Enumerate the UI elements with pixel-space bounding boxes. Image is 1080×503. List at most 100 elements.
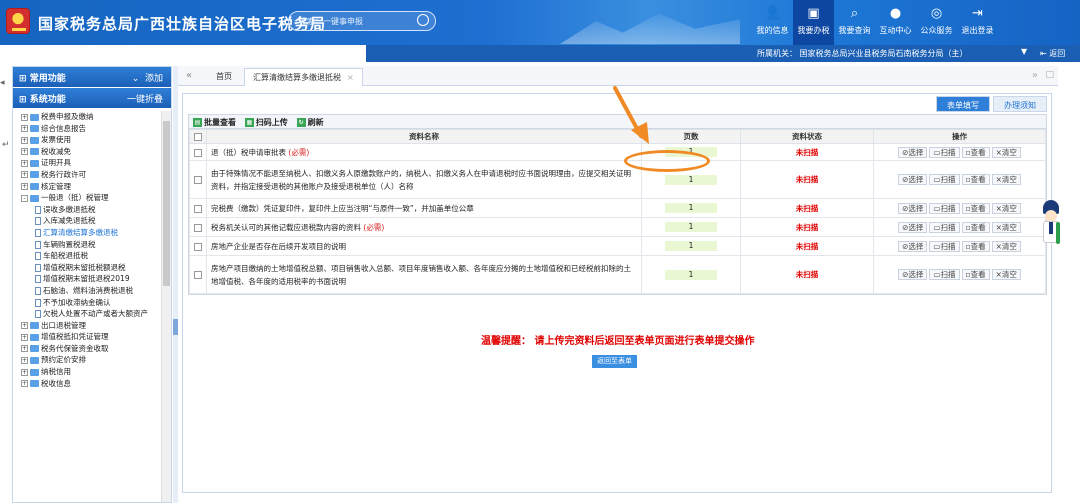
row-checkbox[interactable] xyxy=(194,242,202,251)
sidebar-item[interactable]: 汇算清缴结算多缴退税 xyxy=(13,227,161,239)
expand-icon[interactable]: + xyxy=(21,125,28,133)
expand-icon[interactable]: + xyxy=(21,356,28,364)
splitter-handle[interactable] xyxy=(173,319,178,335)
sidebar-item[interactable]: + 增值税抵扣凭证管理 xyxy=(13,331,161,343)
sidebar-item[interactable]: + 税费申报及缴纳 xyxy=(13,111,161,123)
scan-button[interactable]: ▭扫描 xyxy=(929,269,960,280)
collapse-icon[interactable]: - xyxy=(21,194,28,202)
sidebar-item[interactable]: 石脑油、燃料油消费税退税 xyxy=(13,285,161,297)
clear-button[interactable]: ×清空 xyxy=(991,146,1021,158)
view-button[interactable]: ▫查看 xyxy=(961,146,990,158)
sidebar-item[interactable]: 车辆购置税退税 xyxy=(13,239,161,251)
clear-button[interactable]: ×清空 xyxy=(991,202,1021,214)
choose-button[interactable]: ⊘选择 xyxy=(898,221,928,233)
sidebar-item[interactable]: + 纳税信用 xyxy=(13,366,161,378)
row-checkbox[interactable] xyxy=(194,176,202,184)
view-button[interactable]: ▫查看 xyxy=(961,240,990,252)
clear-button[interactable]: ×清空 xyxy=(991,240,1021,252)
tab-home[interactable]: 首页 xyxy=(208,68,240,86)
view-button[interactable]: ▫查看 xyxy=(961,269,990,280)
choose-button[interactable]: ⊘选择 xyxy=(898,202,928,214)
sidebar-item[interactable]: 车船税退抵税 xyxy=(13,250,161,262)
expand-icon[interactable]: + xyxy=(21,159,28,167)
expand-icon[interactable]: + xyxy=(21,345,28,353)
sidebar-splitter[interactable] xyxy=(173,66,178,503)
return-to-form-button[interactable]: 返回至表单 xyxy=(592,355,637,368)
row-checkbox[interactable] xyxy=(194,223,202,232)
scan-button[interactable]: ▭扫描 xyxy=(929,174,960,185)
select-all-checkbox[interactable] xyxy=(194,133,202,141)
choose-button[interactable]: ⊘选择 xyxy=(898,240,928,252)
nav-public-service[interactable]: ◎ 公众服务 xyxy=(916,0,957,45)
nav-do-tax[interactable]: ▣ 我要办税 xyxy=(793,0,834,45)
system-functions-bar[interactable]: ⊞ 系统功能 一键折叠 xyxy=(13,88,171,109)
scan-button[interactable]: ▭扫描 xyxy=(929,202,960,214)
row-checkbox[interactable] xyxy=(194,204,202,213)
clear-button[interactable]: ×清空 xyxy=(991,174,1021,185)
sidebar-item[interactable]: + 税收信息 xyxy=(13,378,161,390)
nav-query[interactable]: ⌕ 我要查询 xyxy=(834,0,875,45)
sidebar-item[interactable]: + 发票使用 xyxy=(13,134,161,146)
search-icon[interactable] xyxy=(417,14,429,26)
sidebar-item[interactable]: + 核定管理 xyxy=(13,181,161,193)
row-checkbox[interactable] xyxy=(194,148,202,157)
expand-icon[interactable]: + xyxy=(21,148,28,156)
tab-notice[interactable]: 办理须知 xyxy=(993,96,1047,112)
expand-icon[interactable]: + xyxy=(21,136,28,144)
sidebar-item[interactable]: - 一般退（抵）税管理 xyxy=(13,192,161,204)
sidebar-item[interactable]: + 综合信息报告 xyxy=(13,123,161,135)
view-button[interactable]: ▫查看 xyxy=(961,174,990,185)
tab-current[interactable]: 汇算清缴结算多缴退抵税 × xyxy=(244,68,363,86)
scan-upload-button[interactable]: ▦ 扫码上传 xyxy=(244,117,288,128)
tab-form-fill[interactable]: 表单填写 xyxy=(936,96,990,112)
expand-icon[interactable]: + xyxy=(21,113,28,121)
expand-icon[interactable]: + xyxy=(21,171,28,179)
expand-icon[interactable]: + xyxy=(21,183,28,191)
sidebar-item[interactable]: + 税收减免 xyxy=(13,146,161,158)
common-functions-bar[interactable]: ⊞ 常用功能 ⌄ 添加 xyxy=(13,67,171,88)
sidebar-item[interactable]: + 税务行政许可 xyxy=(13,169,161,181)
clear-button[interactable]: ×清空 xyxy=(991,269,1021,280)
sidebar-item[interactable]: 入库减免退抵税 xyxy=(13,215,161,227)
scrollbar-thumb[interactable] xyxy=(163,121,170,286)
scan-button[interactable]: ▭扫描 xyxy=(929,146,960,158)
refresh-button[interactable]: ↻ 刷新 xyxy=(296,117,324,128)
scan-button[interactable]: ▭扫描 xyxy=(929,221,960,233)
sidebar-scrollbar[interactable] xyxy=(161,111,171,502)
expand-icon[interactable]: + xyxy=(21,368,28,376)
tabs-prev-icon[interactable]: « xyxy=(186,70,192,81)
view-button[interactable]: ▫查看 xyxy=(961,202,990,214)
row-checkbox[interactable] xyxy=(194,271,202,279)
mascot-icon[interactable] xyxy=(1040,200,1062,250)
sidebar-item[interactable]: 误收多缴退抵税 xyxy=(13,204,161,216)
sidebar-item[interactable]: 欠税人处置不动产或者大额资产 xyxy=(13,308,161,320)
choose-button[interactable]: ⊘选择 xyxy=(898,269,928,280)
org-dropdown-icon[interactable]: ▼ xyxy=(1021,47,1027,56)
sidebar-item[interactable]: 不予加收滞纳金确认 xyxy=(13,297,161,309)
common-add-button[interactable]: ⌄ 添加 xyxy=(132,71,163,84)
view-button[interactable]: ▫查看 xyxy=(961,221,990,233)
search-input[interactable]: 搜索：一键事申报 xyxy=(288,11,436,31)
clear-button[interactable]: ×清空 xyxy=(991,221,1021,233)
close-icon[interactable]: × xyxy=(347,73,354,82)
sidebar-item[interactable]: 增值税期末留抵税额退税 xyxy=(13,262,161,274)
collapse-all-button[interactable]: 一键折叠 xyxy=(127,92,163,105)
expand-icon[interactable]: + xyxy=(21,380,28,388)
sidebar-item[interactable]: + 预约定价安排 xyxy=(13,354,161,366)
choose-button[interactable]: ⊘选择 xyxy=(898,174,928,185)
tabs-next-icon[interactable]: » xyxy=(1032,70,1038,81)
sidebar-item[interactable]: + 证明开具 xyxy=(13,157,161,169)
select-all-header[interactable] xyxy=(189,129,207,144)
sidebar-item[interactable]: + 出口退税管理 xyxy=(13,320,161,332)
expand-icon[interactable]: + xyxy=(21,333,28,341)
sidebar-item[interactable]: + 税务代保管资金收取 xyxy=(13,343,161,355)
tabs-menu-icon[interactable]: □ xyxy=(1045,70,1054,80)
sidebar-item[interactable]: 增值税期末留抵退税2019 xyxy=(13,273,161,285)
expand-icon[interactable]: + xyxy=(21,322,28,330)
batch-view-button[interactable]: ▤ 批量查看 xyxy=(193,117,236,128)
nav-logout[interactable]: ⇥ 退出登录 xyxy=(957,0,998,45)
nav-interaction[interactable]: ● 互动中心 xyxy=(875,0,916,45)
choose-button[interactable]: ⊘选择 xyxy=(898,146,928,158)
nav-my-info[interactable]: 👤 我的信息 xyxy=(752,0,793,45)
scan-button[interactable]: ▭扫描 xyxy=(929,240,960,252)
